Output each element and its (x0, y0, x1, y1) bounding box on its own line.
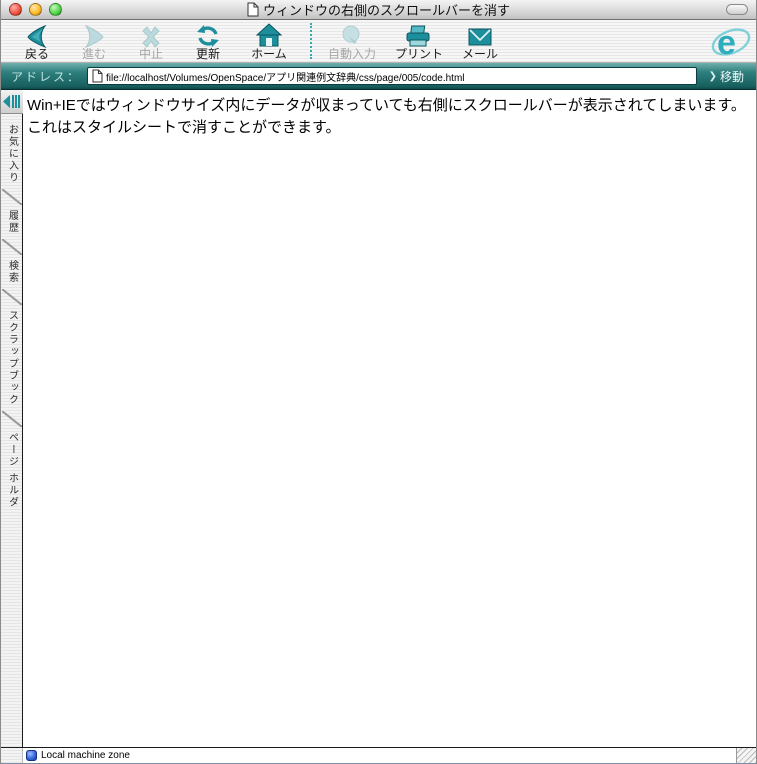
security-zone-text: Local machine zone (41, 750, 130, 761)
body-row: お気に入り 履歴 検索 スクラップブック ページ ホルダ Win+IEではウィン… (1, 90, 756, 747)
refresh-icon (195, 23, 221, 48)
document-icon (247, 2, 259, 17)
address-bar: アドレス： file://localhost/Volumes/OpenSpace… (1, 63, 756, 90)
sidebar: お気に入り 履歴 検索 スクラップブック ページ ホルダ (1, 90, 23, 747)
sidebar-tab-divider (2, 239, 22, 255)
title-bar: ウィンドウの右側のスクロールバーを消す (1, 0, 756, 20)
mail-button[interactable]: メール (458, 23, 502, 61)
sidebar-tab-pageholder[interactable]: ページ ホルダ (2, 432, 22, 509)
sidebar-tab-history[interactable]: 履歴 (2, 210, 22, 234)
window-title: ウィンドウの右側のスクロールバーを消す (263, 0, 510, 19)
sidebar-tab-divider (2, 189, 22, 205)
back-icon (24, 23, 50, 48)
sidebar-tab-divider (2, 289, 22, 305)
sidebar-tab-favorites[interactable]: お気に入り (2, 124, 22, 184)
minimize-button[interactable] (29, 3, 42, 16)
security-zone-icon (26, 750, 37, 761)
close-button[interactable] (9, 3, 22, 16)
print-button[interactable]: プリント (393, 23, 445, 61)
address-url: file://localhost/Volumes/OpenSpace/アプリ関連… (106, 69, 465, 84)
mail-icon (468, 23, 492, 48)
print-icon (405, 23, 433, 48)
status-bar: Local machine zone (1, 747, 756, 763)
home-button[interactable]: ホーム (243, 23, 295, 61)
go-button[interactable]: ❯ 移動 (709, 68, 744, 85)
sidebar-foot (1, 748, 23, 763)
refresh-label: 更新 (196, 48, 220, 61)
svg-text:e: e (717, 24, 736, 62)
back-button[interactable]: 戻る (15, 23, 59, 61)
sidebar-tab-divider (2, 411, 22, 427)
back-label: 戻る (25, 48, 49, 61)
go-chevron-icon: ❯ (709, 71, 717, 82)
address-input[interactable]: file://localhost/Volumes/OpenSpace/アプリ関連… (87, 67, 697, 85)
page-icon (92, 69, 103, 83)
page-paragraph: Win+IEではウィンドウサイズ内にデータが収まっていても右側にスクロールバーが… (27, 95, 750, 139)
zoom-button[interactable] (49, 3, 62, 16)
forward-button[interactable]: 進む (72, 23, 116, 61)
autofill-icon (339, 23, 365, 48)
sidebar-tab-search[interactable]: 検索 (2, 260, 22, 284)
page-content: Win+IEではウィンドウサイズ内にデータが収まっていても右側にスクロールバーが… (23, 90, 756, 747)
toolbar-separator (310, 23, 312, 59)
home-icon (256, 23, 282, 48)
mail-label: メール (462, 48, 498, 61)
windowshade-button[interactable] (726, 4, 748, 15)
stop-label: 中止 (139, 48, 163, 61)
resize-grip[interactable] (736, 748, 756, 763)
sidebar-collapse-button[interactable] (1, 90, 23, 114)
forward-icon (81, 23, 107, 48)
browser-window: ウィンドウの右側のスクロールバーを消す 戻る 進む (0, 0, 757, 764)
stop-icon (139, 23, 163, 48)
traffic-lights (9, 3, 62, 16)
toolbar: 戻る 進む 中止 (1, 20, 756, 63)
autofill-label: 自動入力 (328, 48, 376, 61)
forward-label: 進む (82, 48, 106, 61)
stop-button[interactable]: 中止 (129, 23, 173, 61)
refresh-button[interactable]: 更新 (186, 23, 230, 61)
collapse-arrow-icon (3, 95, 20, 108)
print-label: プリント (395, 48, 443, 61)
go-label: 移動 (720, 68, 744, 85)
autofill-button[interactable]: 自動入力 (324, 23, 380, 61)
address-label: アドレス： (11, 68, 81, 85)
home-label: ホーム (251, 48, 287, 61)
sidebar-tab-scrapbook[interactable]: スクラップブック (2, 310, 22, 406)
ie-logo: e (710, 21, 752, 63)
